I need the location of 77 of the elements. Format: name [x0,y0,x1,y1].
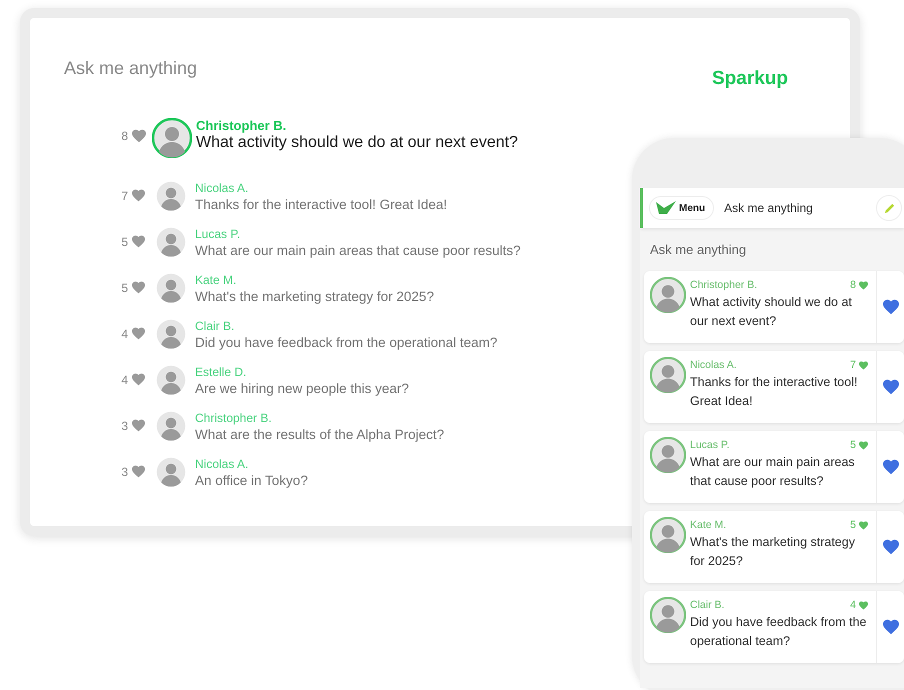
vote-count: 3 [120,465,128,479]
heart-icon [859,600,868,610]
vote-count: 8 [850,279,856,291]
header-title: Ask me anything [724,201,814,215]
author-name: Clair B. [195,319,236,334]
avatar [650,437,686,473]
question-text: An office in Tokyo? [195,472,308,489]
heart-icon [132,235,145,248]
heart-icon [859,520,868,530]
question-text: What are our main pain areas that cause poor results? [195,242,521,259]
section-title: Ask me anything [650,242,748,257]
vote-count: 3 [120,419,128,433]
heart-icon [132,129,146,143]
avatar [156,227,186,257]
author-name: Kate M. [195,273,238,288]
heart-icon [859,440,868,450]
question-text: Thanks for the interactive tool! Great Idea! [195,196,448,213]
author-name: Nicolas A. [195,181,250,196]
author-name: Nicolas A. [690,359,737,371]
avatar [156,319,186,349]
vote-count: 5 [120,281,128,295]
author-name: Kate M. [690,519,726,531]
avatar [650,277,686,313]
like-button[interactable] [876,511,904,583]
heart-icon [132,281,145,294]
question-text: What activity should we do at our next event? [690,294,853,330]
avatar [650,517,686,553]
avatar [650,357,686,393]
author-name: Lucas P. [690,439,730,451]
question-text: What's the marketing strategy for 2025? [195,288,434,305]
author-name: Lucas P. [195,227,242,242]
question-text: What are our main pain areas that cause poor results? [690,454,856,490]
author-name: Christopher B. [195,411,273,426]
heart-icon [132,327,145,340]
avatar [152,118,192,158]
avatar [156,365,186,395]
author-name: Estelle D. [195,365,248,380]
question-text: What activity should we do at our next event? [196,133,518,153]
like-button[interactable] [876,591,904,663]
author-name: Christopher B. [690,279,758,291]
vote-count: 4 [850,599,856,611]
logo: Sparkup [712,68,788,90]
heart-icon [859,360,868,370]
logo-icon [656,201,676,215]
vote-count: 5 [850,439,856,451]
vote-count: 8 [120,129,128,143]
heart-icon [132,189,145,202]
heart-icon [859,280,868,290]
author-name: Christopher B. [196,118,288,133]
vote-count: 7 [120,189,128,203]
question-text: Did you have feedback from the operational team? [195,334,498,351]
avatar [156,457,186,487]
question-text: Thanks for the interactive tool! Great Idea! [690,374,858,410]
question-text: What's the marketing strategy for 2025? [690,534,856,570]
heart-icon [132,373,145,386]
like-button[interactable] [876,271,904,343]
vote-count: 7 [850,359,856,371]
vote-count: 5 [850,519,856,531]
question-text: Did you have feedback from the operational team? [690,614,868,650]
question-text: What are the results of the Alpha Project? [195,426,444,443]
avatar [650,597,686,633]
vote-count: 4 [120,327,128,341]
avatar [156,273,186,303]
heart-icon [132,419,145,432]
vote-count: 5 [120,235,128,249]
author-name: Nicolas A. [195,457,250,472]
avatar [156,181,186,211]
question-text: Are we hiring new people this year? [195,380,409,397]
like-button[interactable] [876,431,904,503]
like-button[interactable] [876,351,904,423]
author-name: Clair B. [690,599,724,611]
pencil-icon [882,202,896,214]
avatar [156,411,186,441]
heart-icon [132,465,145,478]
menu-button[interactable]: Menu [649,196,714,220]
vote-count: 4 [120,373,128,387]
page-title: Ask me anything [64,58,198,79]
